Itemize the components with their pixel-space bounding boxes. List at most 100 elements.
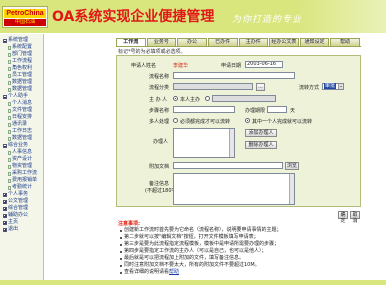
add-handler-button[interactable]: 添加办理人 [245,129,277,137]
sidebar-item-label: 公文管理 [8,198,29,204]
sidebar-item[interactable]: 资产设计 [0,156,43,163]
sidebar-item[interactable]: 个人事务 [0,191,43,198]
sidebar-item[interactable]: 数据管理 [0,86,43,93]
sidebar-item[interactable]: 综合业务 [0,142,43,149]
sidebar-item-label: 综合业务 [8,142,29,148]
sidebar-item[interactable]: 部门管理 [0,51,43,58]
sidebar-item[interactable]: 系统配置 [0,44,43,51]
sidebar-item-label: 数据管理 [12,79,33,85]
deadline-input[interactable] [267,106,287,113]
flow-name-input[interactable] [173,72,295,79]
host-other-input[interactable] [212,95,276,102]
sidebar-item-label: 主页 [8,219,19,225]
sidebar-item[interactable]: 工作日志 [0,128,43,135]
logo-top-text: PetroChina [4,9,46,18]
note-text: 同时注意附加文档不要太大，所有的附加文件不要超过10M。 [124,262,260,268]
note-item: 第二步就可以按"编辑文档"按钮，打开文件模板填写申请表； [118,234,358,241]
sidebar-item[interactable]: 数据管理 [0,79,43,86]
plus-icon[interactable] [3,199,7,204]
tab[interactable]: 工作流 [116,38,146,46]
tab[interactable]: 办公 [177,38,207,46]
sidebar-item[interactable]: 考勤统计 [0,184,43,191]
note-text: 第三步是要为此流程指定流程模板，模板中是申请所需要办理的步骤； [124,241,280,247]
chevron-down-icon[interactable] [338,84,343,89]
doc-icon [8,129,11,134]
note-text: 第四步是要指定工作流的主办人（可以是自己，也可以是他人）； [124,248,267,254]
doc-icon [8,171,11,176]
sidebar-item-label: 通讯录 [12,121,28,127]
sidebar-item-label: 文件管理 [12,107,33,113]
flow-mode-value: 审批 [324,83,337,89]
sidebar-item[interactable]: 日程安排 [0,114,43,121]
sidebar-item[interactable]: 系统管理 [0,37,43,44]
sidebar-item[interactable]: 费用报销单 [0,177,43,184]
petrochina-logo[interactable]: PetroChina 中国石油 [2,6,48,28]
tab[interactable]: 主办件 [238,38,269,46]
sidebar-item[interactable]: 个人消息 [0,100,43,107]
sidebar-item[interactable]: 公文管理 [0,198,43,205]
doc-icon [8,122,11,127]
flow-type-label: 流程分类 [149,85,170,91]
submit-button[interactable]: 确定 [338,211,348,224]
flow-type-browse-button[interactable]: ... [256,83,265,91]
sidebar-item[interactable]: 通讯录 [0,121,43,128]
logo-bottom-text: 中国石油 [4,19,46,26]
sidebar-item-label: 个人助手 [8,93,29,99]
sidebar-item[interactable]: 采购工作流 [0,170,43,177]
tab[interactable]: 已办件 [207,38,238,46]
minus-icon[interactable] [3,38,7,43]
handler-listbox[interactable] [173,128,235,158]
doc-icon [8,45,11,50]
handler-scrollbar[interactable] [229,129,234,157]
doc-icon [8,87,11,92]
multi-any-radio[interactable] [245,118,250,123]
sidebar-item[interactable]: 工作流程 [0,58,43,65]
note-scrollbar[interactable] [289,174,294,204]
bullet-icon [120,230,122,232]
sidebar-item[interactable]: 物资管理 [0,163,43,170]
minus-icon[interactable] [3,143,7,148]
step-input[interactable] [173,106,235,113]
tab-bar: 工作流 业务号 办公 已办件 主办件 经办公文表 通知设定 帮助 [116,38,361,47]
notes-section: 注意事项: 创建新工作流时首先要为它命名（流程名称），说明要申请事情的主题； 第二… [118,220,358,276]
tab[interactable]: 通知设定 [299,38,330,46]
note-item: 同时注意附加文档不要太大，所有的附加文件不要超过10M。 [118,262,358,269]
host-other-radio[interactable] [205,96,210,101]
note-textarea[interactable] [173,173,295,205]
tab[interactable]: 经办公文表 [269,38,299,46]
multi-all-radio[interactable] [173,118,178,123]
doc-icon [8,157,11,162]
flow-type-input[interactable] [173,83,253,90]
sidebar-item[interactable]: 主页 [0,219,43,226]
sidebar-item[interactable]: 角色权利 [0,65,43,72]
plus-icon[interactable] [3,227,7,232]
sidebar-item[interactable]: 辅助办公 [0,212,43,219]
help-link[interactable]: 帮助 [169,269,179,276]
cancel-button[interactable]: 取消 [350,211,360,224]
date-field[interactable]: 2003-06-16 [245,61,283,68]
sidebar-item[interactable]: 数据管理 [0,135,43,142]
sidebar-item[interactable]: 员工管理 [0,72,43,79]
sidebar-item[interactable]: 综合管理 [0,205,43,212]
minus-icon[interactable] [3,94,7,99]
plus-icon[interactable] [3,206,7,211]
sidebar-item[interactable]: 人事信息 [0,149,43,156]
plus-icon[interactable] [3,220,7,225]
sidebar-item[interactable]: 个人助手 [0,93,43,100]
sidebar-item[interactable]: 文件管理 [0,107,43,114]
remove-handler-button[interactable]: 删除办理人 [245,141,277,149]
host-self-label: 本人主办 [180,97,201,103]
tab[interactable]: 帮助 [330,38,360,46]
required-notice: 标记*号的为必填项或必选项。 [118,49,186,55]
plus-icon[interactable] [3,192,7,197]
flow-mode-label: 流转方式 [299,85,320,91]
sidebar-item[interactable]: 退出 [0,226,43,233]
doc-icon [8,101,11,106]
flow-mode-select[interactable]: 审批 [322,83,344,90]
attachment-input[interactable] [173,162,283,169]
tab[interactable]: 业务号 [146,38,177,46]
doc-icon [8,59,11,64]
plus-icon[interactable] [3,213,7,218]
attachment-browse-button[interactable]: 浏览 [285,162,299,170]
host-self-radio[interactable] [173,96,178,101]
